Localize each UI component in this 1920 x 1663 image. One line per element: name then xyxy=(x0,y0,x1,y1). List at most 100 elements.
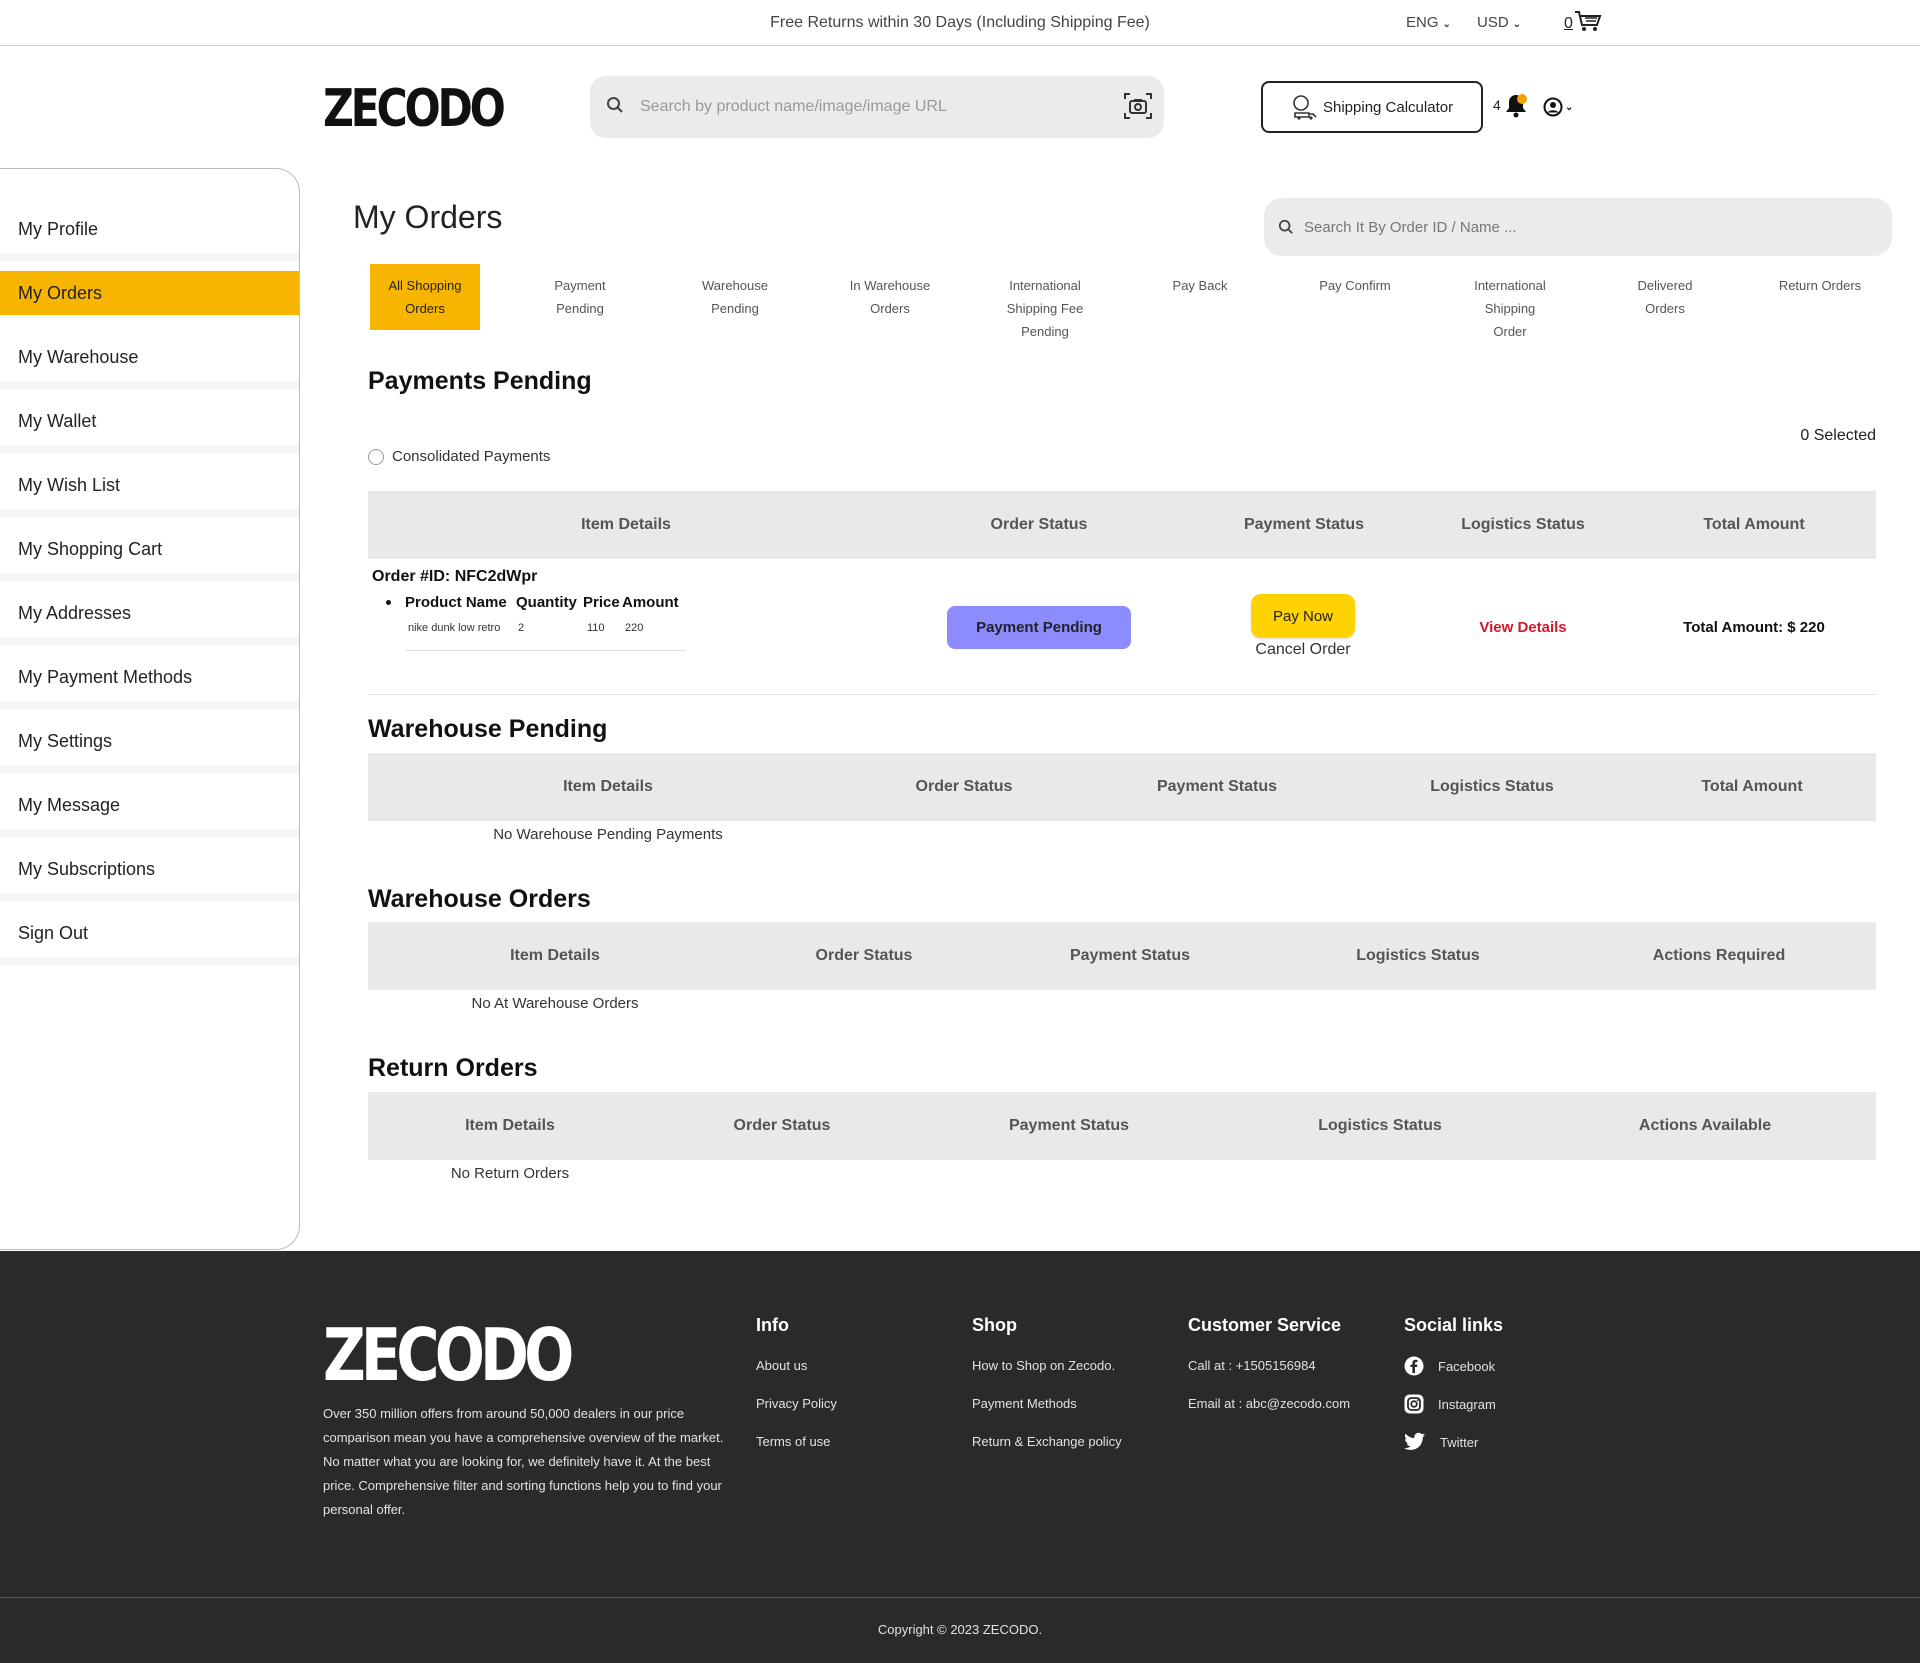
tab-label: International xyxy=(1474,278,1546,293)
product-header: Amount xyxy=(622,594,679,611)
total-amount: Total Amount: $ 220 xyxy=(1683,619,1825,636)
tab-international-shipping-order[interactable]: International Shipping Order xyxy=(1455,264,1565,343)
sidebar-separator xyxy=(0,829,299,837)
shipping-icon xyxy=(1293,95,1317,120)
sidebar-item-my-settings[interactable]: My Settings xyxy=(0,719,299,763)
user-menu[interactable]: ⌄ xyxy=(1543,97,1573,117)
tab-label: International xyxy=(1009,278,1081,293)
footer-link-facebook[interactable]: Facebook xyxy=(1404,1356,1495,1376)
footer-link-about[interactable]: About us xyxy=(756,1358,807,1373)
sidebar-item-my-wallet[interactable]: My Wallet xyxy=(0,399,299,443)
column-header: Actions Available xyxy=(1638,1117,1772,1134)
sidebar-item-my-profile[interactable]: My Profile xyxy=(0,207,299,251)
consolidated-payments-label: Consolidated Payments xyxy=(392,448,551,465)
sidebar-item-my-payment-methods[interactable]: My Payment Methods xyxy=(0,655,299,699)
sidebar-item-my-addresses[interactable]: My Addresses xyxy=(0,591,299,635)
footer-phone[interactable]: Call at : +1505156984 xyxy=(1188,1358,1316,1373)
sidebar-item-my-orders[interactable]: My Orders xyxy=(0,271,299,315)
product-cell: 2 xyxy=(518,622,525,634)
shipping-calculator-button[interactable]: Shipping Calculator xyxy=(1261,81,1483,133)
footer-info-heading: Info xyxy=(756,1315,789,1335)
tab-warehouse-pending[interactable]: Warehouse Pending xyxy=(680,264,790,320)
search-icon xyxy=(607,97,623,113)
tab-label: Shipping Fee xyxy=(1006,301,1084,316)
footer-link-terms[interactable]: Terms of use xyxy=(756,1434,830,1449)
tab-payment-pending[interactable]: Payment Pending xyxy=(525,264,635,320)
pay-now-button[interactable]: Pay Now xyxy=(1251,594,1355,638)
tab-label: Orders xyxy=(1645,301,1685,316)
notification-count: 4 xyxy=(1493,97,1501,113)
search-icon xyxy=(1278,219,1293,234)
return-orders-title: Return Orders xyxy=(368,1054,538,1082)
tab-pay-confirm[interactable]: Pay Confirm xyxy=(1300,264,1410,297)
payments-pending-table-header: Item Details Order Status Payment Status… xyxy=(368,491,1876,559)
language-value: ENG xyxy=(1406,14,1439,31)
tab-return-orders[interactable]: Return Orders xyxy=(1765,264,1875,297)
warehouse-pending-title: Warehouse Pending xyxy=(368,715,608,743)
sidebar-separator xyxy=(0,765,299,773)
consolidated-payments-option[interactable]: Consolidated Payments xyxy=(368,448,550,465)
sidebar-item-my-shopping-cart[interactable]: My Shopping Cart xyxy=(0,527,299,571)
empty-message: No Warehouse Pending Payments xyxy=(493,826,723,843)
column-header: Item Details xyxy=(465,1117,555,1134)
footer-link-instagram[interactable]: Instagram xyxy=(1404,1394,1496,1414)
promo-text: Free Returns within 30 Days (Including S… xyxy=(770,14,1150,31)
sidebar-item-my-subscriptions[interactable]: My Subscriptions xyxy=(0,847,299,891)
order-search-input[interactable] xyxy=(1304,213,1864,241)
cancel-order-link[interactable]: Cancel Order xyxy=(1230,641,1376,659)
selected-count: 0 Selected xyxy=(1800,427,1876,444)
sidebar-item-my-wish-list[interactable]: My Wish List xyxy=(0,463,299,507)
column-header: Order Status xyxy=(815,947,913,964)
tab-label: Pending xyxy=(711,301,759,316)
footer-email[interactable]: Email at : abc@zecodo.com xyxy=(1188,1396,1350,1411)
sidebar-item-sign-out[interactable]: Sign Out xyxy=(0,911,299,955)
tab-pay-back[interactable]: Pay Back xyxy=(1145,264,1255,297)
sidebar-separator xyxy=(0,957,299,965)
return-orders-table-header: Item Details Order Status Payment Status… xyxy=(368,1092,1876,1160)
sidebar-separator xyxy=(0,573,299,581)
column-header: Total Amount xyxy=(1701,778,1803,795)
order-status-badge: Payment Pending xyxy=(947,606,1131,649)
tab-in-warehouse-orders[interactable]: In Warehouse Orders xyxy=(835,264,945,320)
footer-logo[interactable]: ZECODO xyxy=(323,1313,574,1397)
tab-all-shopping-orders[interactable]: All Shopping Orders xyxy=(370,264,480,330)
sidebar-item-my-message[interactable]: My Message xyxy=(0,783,299,827)
logo[interactable]: ZECODO xyxy=(323,79,506,139)
camera-icon[interactable] xyxy=(1122,90,1154,122)
footer-link-return-policy[interactable]: Return & Exchange policy xyxy=(972,1434,1122,1449)
tab-label: Return Orders xyxy=(1778,278,1862,293)
tab-international-shipping-fee-pending[interactable]: International Shipping Fee Pending xyxy=(990,264,1100,343)
payments-pending-title: Payments Pending xyxy=(368,367,592,395)
list-bullet xyxy=(386,600,391,605)
column-header: Payment Status xyxy=(1156,778,1278,795)
radio-button[interactable] xyxy=(368,448,384,465)
product-header: Quantity xyxy=(516,594,577,611)
footer-link-privacy[interactable]: Privacy Policy xyxy=(756,1396,837,1411)
column-header: Order Status xyxy=(733,1117,831,1134)
twitter-label: Twitter xyxy=(1440,1434,1479,1450)
product-search-input[interactable] xyxy=(640,92,1080,122)
column-header: Logistics Status xyxy=(1356,947,1480,964)
footer-link-payment-methods[interactable]: Payment Methods xyxy=(972,1396,1077,1411)
sidebar-separator xyxy=(0,893,299,901)
warehouse-orders-title: Warehouse Orders xyxy=(368,885,591,913)
facebook-label: Facebook xyxy=(1438,1358,1496,1374)
header: ZECODO Shipping Calculator 4 ⌄ xyxy=(0,47,1920,167)
column-header: Payment Status xyxy=(1243,516,1365,533)
copyright: Copyright © 2023 ZECODO. xyxy=(877,1622,1043,1637)
sidebar-item-my-warehouse[interactable]: My Warehouse xyxy=(0,335,299,379)
footer-customer-service-heading: Customer Service xyxy=(1188,1315,1342,1335)
tab-delivered-orders[interactable]: Delivered Orders xyxy=(1610,264,1720,320)
twitter-icon xyxy=(1404,1432,1426,1450)
view-details-link[interactable]: View Details xyxy=(1430,619,1616,636)
sidebar-separator xyxy=(0,701,299,709)
currency-select[interactable]: USD ⌄ xyxy=(1477,14,1521,31)
footer-link-how-to-shop[interactable]: How to Shop on Zecodo. xyxy=(972,1358,1115,1373)
tab-label: Warehouse xyxy=(702,278,768,293)
footer-description: Over 350 million offers from around 50,0… xyxy=(323,1406,724,1517)
cart-button[interactable]: 0 xyxy=(1564,9,1602,33)
footer-link-twitter[interactable]: Twitter xyxy=(1404,1432,1478,1452)
language-select[interactable]: ENG ⌄ xyxy=(1406,14,1451,31)
divider xyxy=(406,650,686,651)
column-header: Logistics Status xyxy=(1430,778,1554,795)
